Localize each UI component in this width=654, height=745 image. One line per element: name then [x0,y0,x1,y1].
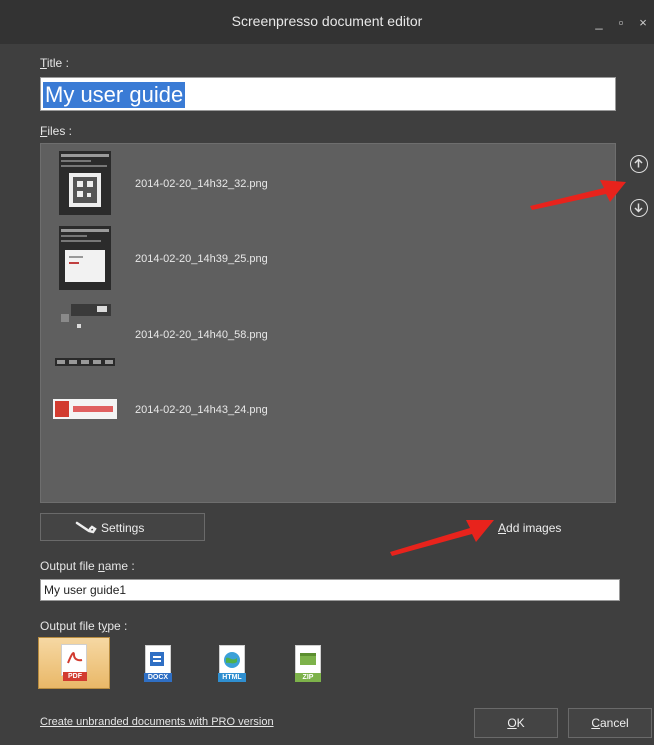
add-images-button[interactable]: Add images [498,521,561,535]
file-name: 2014-02-20_14h43_24.png [135,404,268,416]
docx-logo-icon [150,652,164,666]
pdf-logo-icon [67,652,83,664]
file-name: 2014-02-20_14h39_25.png [135,253,268,265]
file-thumbnail [59,226,111,290]
move-down-button[interactable] [630,199,648,217]
pro-version-link[interactable]: Create unbranded documents with PRO vers… [40,716,274,728]
file-thumbnail [53,399,117,419]
filetype-html-button[interactable]: HTML [210,639,254,687]
html-tag: HTML [218,673,246,682]
title-input[interactable]: My user guide [40,77,616,111]
minimize-button[interactable]: _ [592,16,606,30]
title-label: Title : [40,56,69,70]
settings-button[interactable]: Settings [40,513,205,541]
maximize-button[interactable]: ▫ [614,16,628,30]
file-item[interactable]: 2014-02-20_14h43_24.png [41,377,615,449]
window-title: Screenpresso document editor [231,13,423,29]
settings-button-label: Settings [101,521,145,535]
zip-tag: ZIP [295,673,321,682]
file-thumbnail [55,304,115,366]
globe-icon [224,652,240,668]
output-name-label: Output file name : [40,559,135,573]
annotation-arrow [390,520,494,556]
filetype-pdf-button[interactable]: PDF [38,637,110,689]
filetype-docx-button[interactable]: DOCX [136,639,180,687]
cancel-button[interactable]: Cancel [568,708,652,738]
pdf-tag: PDF [63,672,87,681]
title-input-value: My user guide [43,82,186,108]
file-item[interactable]: 2014-02-20_14h39_25.png [41,226,615,298]
file-thumbnail [59,151,111,215]
arrow-up-circle-icon [634,158,643,168]
document-editor-window: Screenpresso document editor _ ▫ × Title… [0,0,654,745]
docx-tag: DOCX [144,673,172,682]
wrench-icon [75,521,97,534]
file-name: 2014-02-20_14h32_32.png [135,178,268,190]
arrow-down-circle-icon [634,203,643,213]
filetype-zip-button[interactable]: ZIP [286,639,330,687]
annotation-arrow [530,180,626,210]
files-label: Files : [40,124,73,138]
file-item[interactable]: 2014-02-20_14h40_58.png [41,302,615,374]
output-name-input[interactable]: My user guide1 [40,579,620,601]
output-name-value: My user guide1 [44,583,127,597]
ok-button[interactable]: OK [474,708,558,738]
output-type-label: Output file type : [40,619,128,633]
file-name: 2014-02-20_14h40_58.png [135,329,268,341]
move-up-button[interactable] [630,155,648,173]
title-bar[interactable]: Screenpresso document editor _ ▫ × [0,0,654,44]
archive-icon [300,653,316,665]
close-button[interactable]: × [636,16,650,30]
